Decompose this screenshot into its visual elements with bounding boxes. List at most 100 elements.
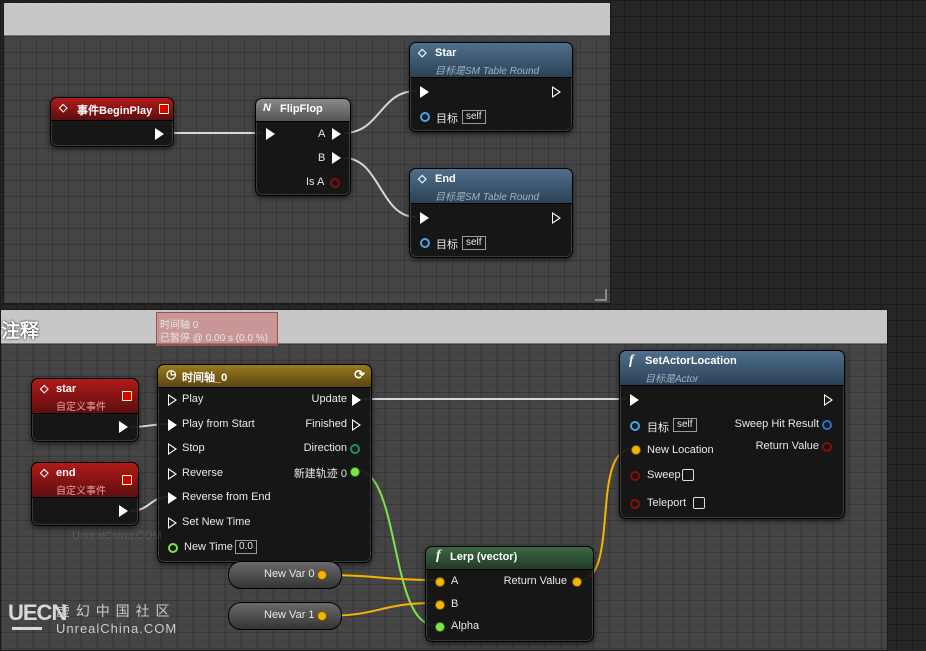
target-pin[interactable] (420, 238, 430, 248)
new-location-pin[interactable] (631, 445, 641, 455)
exec-out-update-pin[interactable] (352, 394, 361, 406)
alpha-label: Alpha (451, 620, 480, 632)
delegate-pin-icon[interactable] (159, 104, 169, 114)
a-label: A (451, 575, 459, 587)
teleport-checkbox[interactable] (693, 497, 705, 509)
sweep-pin[interactable] (630, 471, 640, 481)
node-end-call[interactable]: ◇ End 目标是SM Table Round 目标 self (409, 168, 573, 258)
output-track-label: 新建轨迹 0 (293, 468, 347, 480)
function-f-icon: f (436, 548, 441, 563)
target-pin[interactable] (630, 421, 640, 431)
watermark-en: UnrealChina.COM (56, 621, 178, 636)
wire-flipflop-b-end (343, 157, 417, 218)
node-subtitle: 自定义事件 (56, 486, 106, 497)
node-event-beginplay[interactable]: ◇ 事件BeginPlay (50, 97, 174, 147)
node-timeline[interactable]: ◷ 时间轴_0 ⟳ Play Play from Start Stop Reve… (157, 364, 372, 563)
watermark-cn: 虚 幻 中 国 社 区 (56, 603, 171, 619)
return-value-pin[interactable] (822, 442, 832, 452)
exec-in-reverse-pin[interactable] (168, 468, 177, 480)
exec-out-pin[interactable] (824, 394, 833, 406)
exec-in-pin[interactable] (420, 86, 429, 98)
node-set-actor-location[interactable]: f SetActorLocation 目标是Actor 目标 self New … (619, 350, 845, 519)
b-pin[interactable] (435, 600, 445, 610)
exec-in-play-pin[interactable] (168, 394, 177, 406)
teleport-pin[interactable] (630, 499, 640, 509)
event-diamond-icon: ◇ (59, 102, 68, 114)
a-pin[interactable] (435, 577, 445, 587)
output-finished-label: Finished (305, 418, 347, 430)
node-star-call[interactable]: ◇ Star 目标是SM Table Round 目标 self (409, 42, 573, 132)
node-flipflop[interactable]: N FlipFlop A B Is A (255, 98, 351, 196)
exec-out-a-pin[interactable] (332, 128, 341, 140)
sweep-checkbox[interactable] (682, 469, 694, 481)
exec-in-reversefromend-pin[interactable] (168, 492, 177, 504)
exec-in-playfromstart-pin[interactable] (168, 419, 177, 431)
exec-in-pin[interactable] (420, 212, 429, 224)
target-value[interactable]: self (462, 110, 486, 124)
track-out-pin[interactable] (350, 467, 360, 477)
return-value-label: Return Value (755, 440, 819, 452)
tooltip-line2: 已暂停 @ 0.00 s (0.0 %) (160, 333, 268, 344)
sweep-label: Sweep (647, 469, 681, 481)
target-label: 目标 (647, 422, 669, 434)
input-playfromstart-label: Play from Start (182, 418, 255, 430)
delegate-pin-icon[interactable] (122, 391, 132, 401)
node-subtitle: 目标是SM Table Round (435, 192, 540, 203)
event-diamond-icon: ◇ (40, 383, 49, 395)
node-custom-event-star[interactable]: ◇ star 自定义事件 (31, 378, 139, 442)
newtime-value[interactable]: 0.0 (235, 540, 257, 554)
uecn-logo-underline-icon (12, 627, 42, 630)
input-setnewtime-label: Set New Time (182, 516, 251, 528)
pin-isa-label: Is A (306, 176, 325, 188)
variable-label: New Var 0 (264, 568, 315, 580)
newtime-label: New Time (184, 541, 233, 553)
variable-out-pin[interactable] (317, 611, 327, 621)
exec-in-stop-pin[interactable] (168, 443, 177, 455)
newtime-pin[interactable] (168, 543, 178, 553)
target-pin[interactable] (420, 112, 430, 122)
exec-in-setnewtime-pin[interactable] (168, 517, 177, 529)
input-stop-label: Stop (182, 442, 205, 454)
alpha-pin[interactable] (435, 622, 445, 632)
node-title: Star (435, 47, 457, 59)
input-reversefromend-label: Reverse from End (182, 491, 271, 503)
exec-out-pin[interactable] (155, 128, 164, 140)
direction-pin[interactable] (350, 444, 360, 454)
node-title: end (56, 467, 76, 479)
node-title: SetActorLocation (645, 355, 737, 367)
delegate-pin-icon[interactable] (122, 475, 132, 485)
node-custom-event-end[interactable]: ◇ end 自定义事件 (31, 462, 139, 526)
wire-flipflop-a-star (343, 90, 417, 134)
exec-out-b-pin[interactable] (332, 152, 341, 164)
exec-in-pin[interactable] (630, 394, 639, 406)
node-title: End (435, 173, 456, 185)
exec-out-pin[interactable] (119, 505, 128, 517)
target-value[interactable]: self (673, 418, 697, 432)
node-title: star (56, 383, 77, 395)
exec-out-finished-pin[interactable] (352, 419, 361, 431)
return-value-pin[interactable] (572, 577, 582, 587)
variable-getter-new-var-0[interactable]: New Var 0 (228, 561, 342, 589)
input-reverse-label: Reverse (182, 467, 223, 479)
exec-in-pin[interactable] (266, 128, 275, 140)
input-play-label: Play (182, 393, 204, 405)
return-value-label: Return Value (503, 575, 567, 587)
new-location-label: New Location (647, 444, 714, 456)
node-subtitle: 目标是SM Table Round (435, 66, 540, 77)
exec-out-pin[interactable] (119, 421, 128, 433)
teleport-label: Teleport (647, 497, 687, 509)
b-label: B (451, 598, 459, 610)
node-title: 时间轴_0 (182, 372, 228, 384)
variable-getter-new-var-1[interactable]: New Var 1 (228, 602, 342, 630)
pin-a-label: A (318, 128, 326, 140)
node-subtitle: 目标是Actor (645, 374, 699, 385)
function-icon: ◇ (418, 47, 427, 59)
variable-out-pin[interactable] (317, 570, 327, 580)
bool-out-pin[interactable] (330, 178, 340, 188)
exec-out-pin[interactable] (552, 86, 561, 98)
node-lerp-vector[interactable]: f Lerp (vector) A B Alpha Return Value (425, 546, 594, 642)
target-value[interactable]: self (462, 236, 486, 250)
exec-out-pin[interactable] (552, 212, 561, 224)
sweep-hit-result-pin[interactable] (822, 420, 832, 430)
watermark-faint-text: UnrealChina.COM (72, 530, 162, 542)
